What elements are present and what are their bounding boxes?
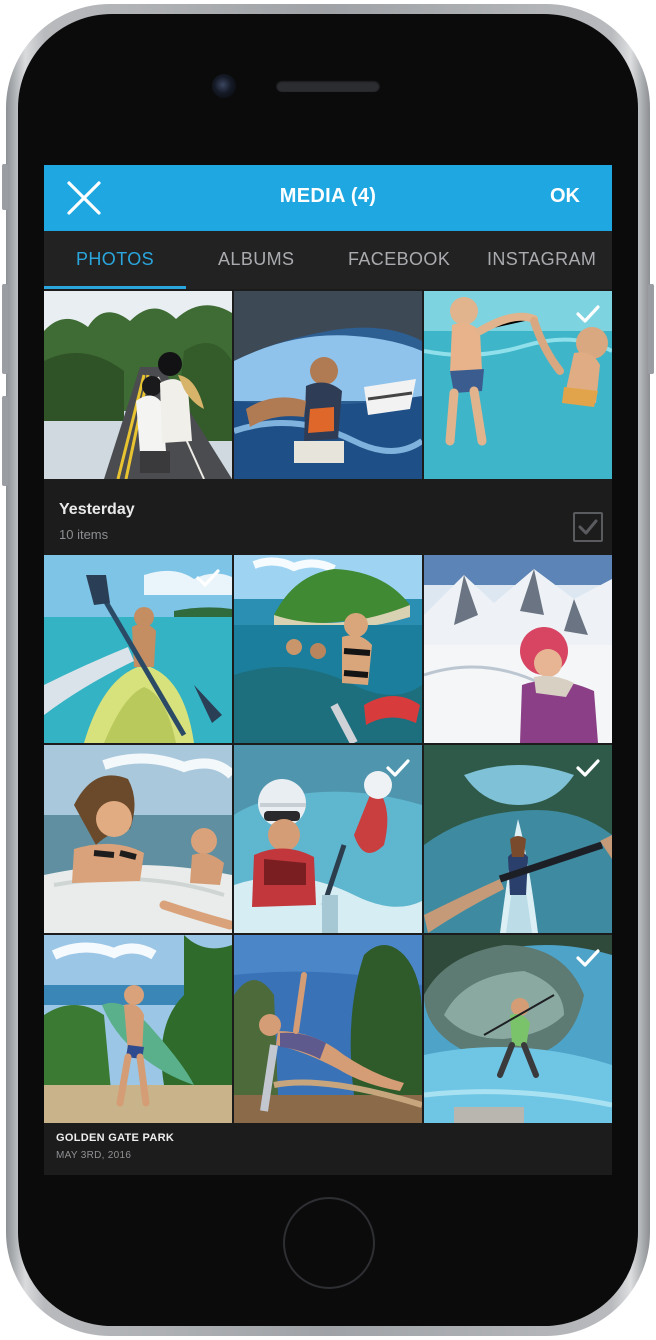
check-icon [578,519,598,535]
check-icon [196,569,220,587]
photo-rafting-helmet[interactable] [234,745,422,933]
home-button[interactable] [283,1197,375,1289]
tab-instagram[interactable]: INSTAGRAM [487,249,596,270]
group-item-count: 10 items [59,527,109,542]
earpiece-speaker [276,80,380,92]
volume-up-button [2,284,8,374]
power-button [648,284,654,374]
tab-facebook[interactable]: FACEBOOK [348,249,450,270]
album-title: GOLDEN GATE PARK [56,1132,175,1144]
check-icon [576,305,600,323]
media-tabs: PHOTOS ALBUMS FACEBOOK INSTAGRAM [44,231,612,289]
check-icon [576,759,600,777]
photo-yoga-pose[interactable] [234,935,422,1123]
photo-kayak-tropical[interactable] [44,555,232,743]
photo-kids-underwater[interactable] [424,291,612,479]
ok-button[interactable]: OK [550,185,580,208]
photo-island-swimmers[interactable] [234,555,422,743]
mute-switch [2,164,8,210]
active-tab-indicator [44,286,186,289]
check-icon [386,759,410,777]
select-group-checkbox[interactable] [573,512,603,542]
album-date: MAY 3RD, 2016 [56,1150,132,1161]
photo-paddleboard-river[interactable] [424,745,612,933]
photo-beach-surfer[interactable] [44,935,232,1123]
tab-albums[interactable]: ALBUMS [218,249,294,270]
group-header: Yesterday 10 items [44,481,612,553]
check-icon [576,949,600,967]
media-header: MEDIA (4) OK [44,165,612,231]
photo-scooter-ride[interactable] [44,291,232,479]
page-title: MEDIA (4) [279,185,377,207]
photo-wakeboard-selfie[interactable] [234,291,422,479]
photo-snow-mountain-selfie[interactable] [424,555,612,743]
volume-down-button [2,396,8,486]
front-camera [212,74,236,98]
photo-cliff-swing[interactable] [424,935,612,1123]
tab-photos[interactable]: PHOTOS [76,249,154,270]
group-title: Yesterday [59,501,135,518]
app-screen: MEDIA (4) OK PHOTOS ALBUMS FACEBOOK INST… [44,165,612,1175]
photo-surfboard-girls[interactable] [44,745,232,933]
